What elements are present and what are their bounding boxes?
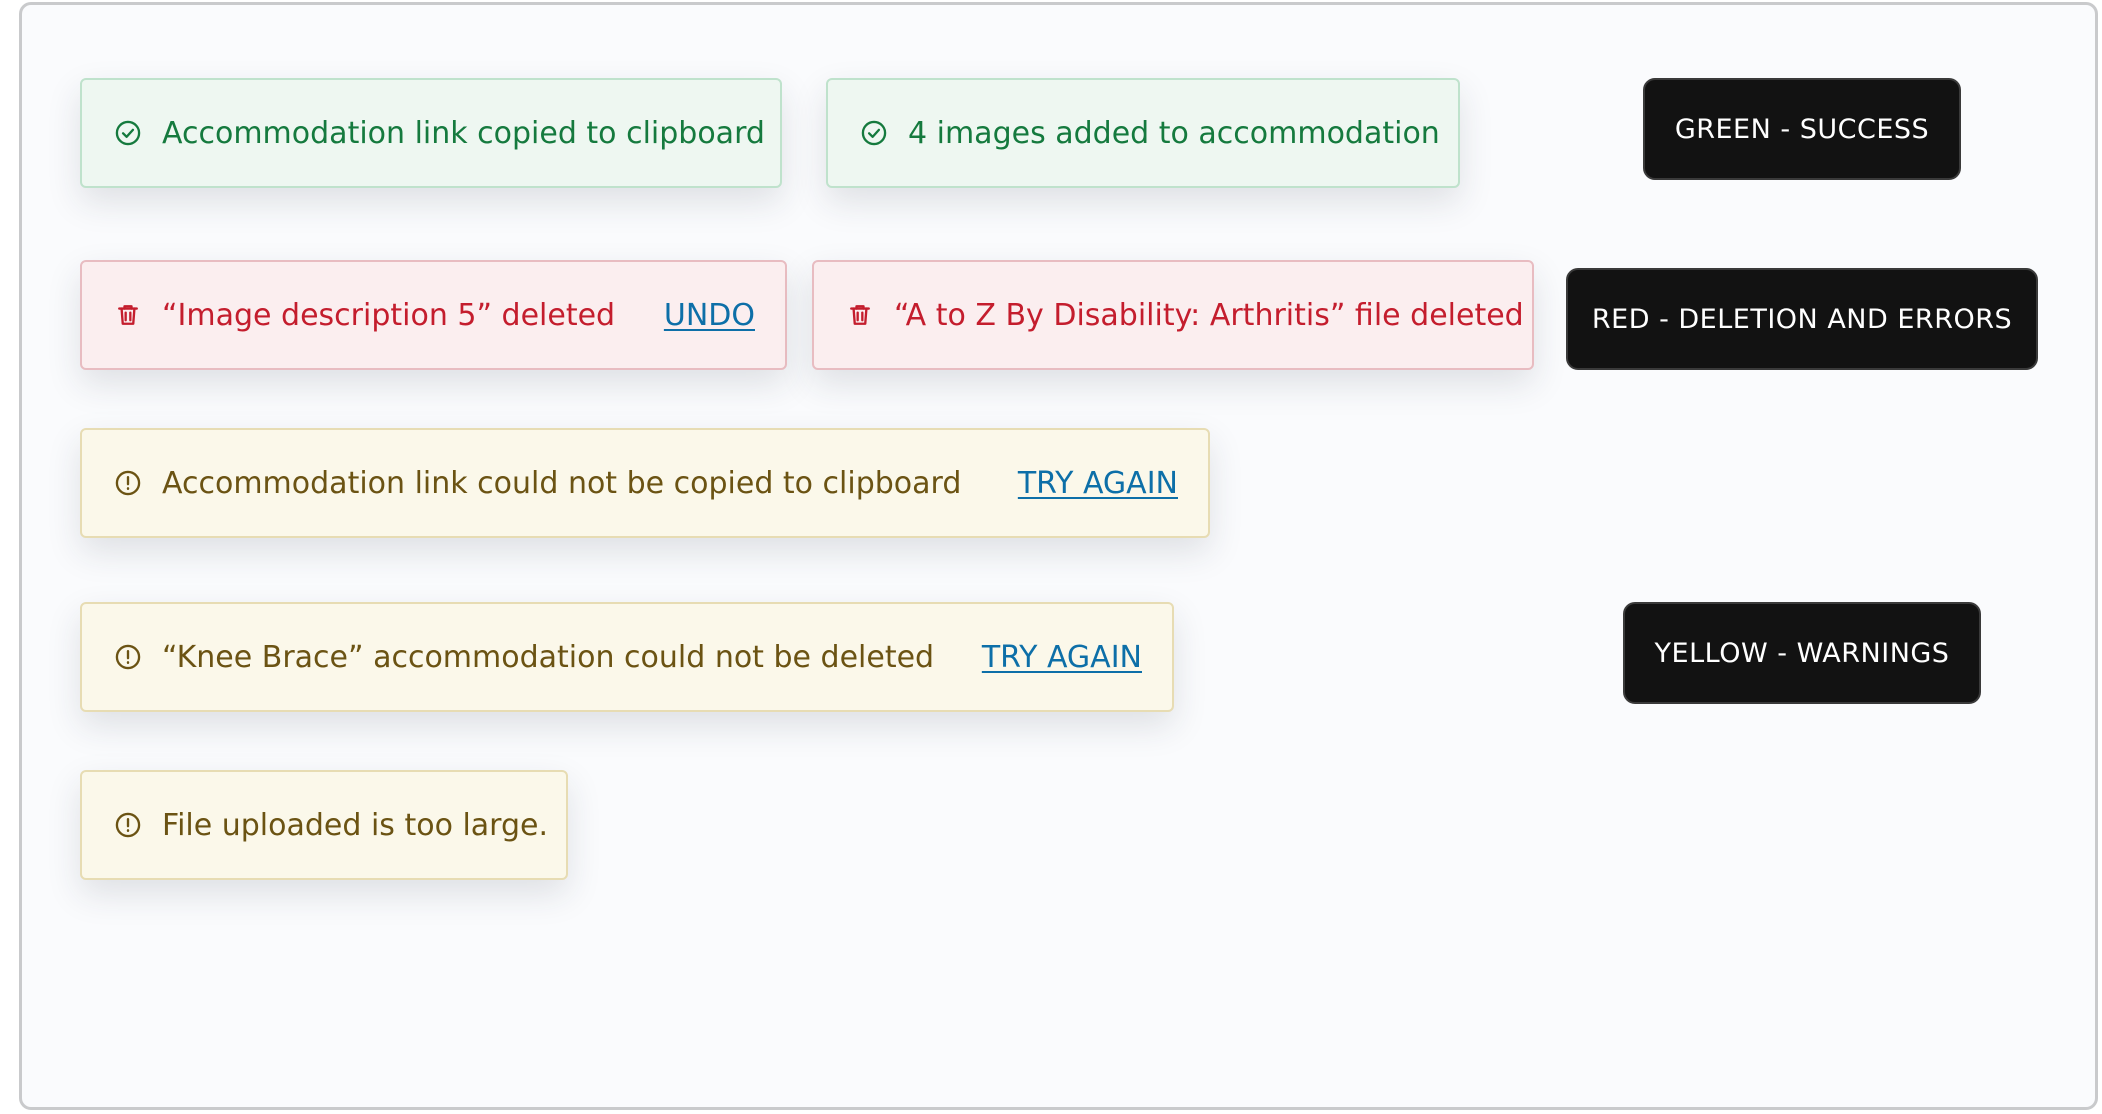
- toast-message: “Image description 5” deleted: [162, 297, 616, 333]
- undo-button[interactable]: UNDO: [664, 298, 755, 333]
- toast-message: Accommodation link copied to clipboard: [162, 115, 765, 151]
- toast-message: “A to Z By Disability: Arthritis” file d…: [894, 297, 1524, 333]
- warning-toast-file-too-large: File uploaded is too large.: [80, 770, 568, 880]
- alert-circle-icon: [114, 643, 142, 671]
- trash-icon: [846, 301, 874, 329]
- trash-icon: [114, 301, 142, 329]
- category-label-red: RED - DELETION AND ERRORS: [1566, 268, 2038, 370]
- success-toast-link-copied: Accommodation link copied to clipboard: [80, 78, 782, 188]
- toast-message: “Knee Brace” accommodation could not be …: [162, 639, 935, 675]
- toast-message: Accommodation link could not be copied t…: [162, 465, 962, 501]
- warning-toast-delete-failed: “Knee Brace” accommodation could not be …: [80, 602, 1174, 712]
- warning-toast-copy-failed: Accommodation link could not be copied t…: [80, 428, 1210, 538]
- alert-circle-icon: [114, 811, 142, 839]
- try-again-button[interactable]: TRY AGAIN: [1018, 466, 1178, 501]
- check-circle-icon: [860, 119, 888, 147]
- category-label-yellow: YELLOW - WARNINGS: [1623, 602, 1981, 704]
- category-label-green: GREEN - SUCCESS: [1643, 78, 1961, 180]
- danger-toast-file-deleted: “A to Z By Disability: Arthritis” file d…: [812, 260, 1534, 370]
- alert-circle-icon: [114, 469, 142, 497]
- success-toast-images-added: 4 images added to accommodation: [826, 78, 1460, 188]
- toast-message: 4 images added to accommodation: [908, 115, 1440, 151]
- try-again-button[interactable]: TRY AGAIN: [982, 640, 1142, 675]
- check-circle-icon: [114, 119, 142, 147]
- toast-message: File uploaded is too large.: [162, 807, 549, 843]
- danger-toast-image-deleted: “Image description 5” deleted UNDO: [80, 260, 787, 370]
